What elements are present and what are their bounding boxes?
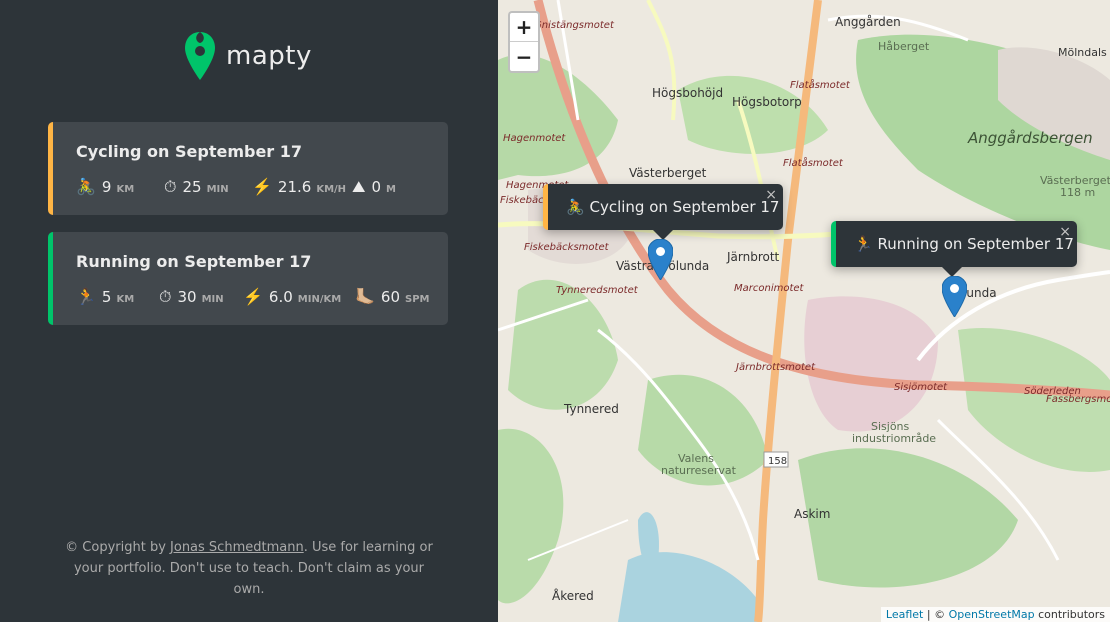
popup-content: 🚴 Cycling on September 17 xyxy=(548,198,779,216)
lightning-icon: ⚡️ xyxy=(252,177,272,196)
map-label: Västerberget xyxy=(629,166,707,180)
popup-content: 🏃 Running on September 17 xyxy=(836,235,1074,253)
map-label: Högsbotorp xyxy=(732,95,802,109)
elevation-detail: ⛰ 0 M xyxy=(352,178,396,196)
duration-value: 25 xyxy=(182,178,202,196)
workout-running[interactable]: Running on September 17 🏃 5 KM ⏱ 30 MIN … xyxy=(48,232,448,325)
duration-unit: MIN xyxy=(206,184,229,195)
speed-value: 21.6 xyxy=(277,178,312,196)
cadence-detail: 🦶🏼 60 SPM xyxy=(355,288,430,306)
duration-detail: ⏱ 30 MIN xyxy=(159,288,243,306)
zoom-out-button[interactable]: − xyxy=(510,42,538,71)
popup-text: Running on September 17 xyxy=(877,235,1074,253)
copyright: © Copyright by Jonas Schmedtmann. Use fo… xyxy=(60,537,438,600)
pace-unit: MIN/KM xyxy=(297,294,342,305)
popup-running[interactable]: 🏃 Running on September 17 × xyxy=(831,221,1077,277)
map[interactable]: Gnistängsmotet Hagenmotet Flatåsmotet Fl… xyxy=(498,0,1110,622)
workout-details: 🚴 9 KM ⏱ 25 MIN ⚡️ 21.6 KM/H ⛰ 0 M xyxy=(76,178,396,196)
attribution-separator: | © xyxy=(923,608,949,621)
map-label: Mölndals k xyxy=(1058,46,1110,59)
popup-text: Cycling on September 17 xyxy=(589,198,780,216)
app-name: mapty xyxy=(226,41,312,71)
workout-title: Cycling on September 17 xyxy=(76,142,303,161)
map-label: Tynnered xyxy=(563,402,619,416)
road-number-label: 158 xyxy=(768,456,787,467)
distance-detail: 🚴 9 KM xyxy=(76,178,164,196)
map-marker-icon[interactable] xyxy=(648,239,673,280)
distance-unit: KM xyxy=(116,184,135,195)
map-label: Åkered xyxy=(552,588,594,603)
distance-unit: KM xyxy=(116,294,135,305)
distance-value: 9 xyxy=(101,178,112,196)
runner-icon: 🏃 xyxy=(76,287,96,306)
speed-unit: KM/H xyxy=(316,184,347,195)
stopwatch-icon: ⏱ xyxy=(159,287,172,306)
author-link[interactable]: Jonas Schmedtmann xyxy=(170,540,304,555)
map-label: Fiskebäcksmotet xyxy=(524,242,610,253)
cadence-value: 60 xyxy=(380,288,401,306)
pace-detail: ⚡️ 6.0 MIN/KM xyxy=(243,288,355,306)
map-tiles: Gnistängsmotet Hagenmotet Flatåsmotet Fl… xyxy=(498,0,1110,622)
stopwatch-icon: ⏱ xyxy=(164,177,177,196)
runner-icon: 🏃 xyxy=(854,235,873,253)
map-label: Anggårdsbergen xyxy=(967,129,1093,147)
workout-title: Running on September 17 xyxy=(76,252,312,271)
sidebar: mapty Cycling on September 17 🚴 9 KM ⏱ 2… xyxy=(0,0,498,622)
map-label: naturreservat xyxy=(661,464,737,477)
map-label: Askim xyxy=(794,507,830,521)
duration-unit: MIN xyxy=(201,294,224,305)
pace-value: 6.0 xyxy=(268,288,293,306)
map-label: Håberget xyxy=(878,40,930,53)
zoom-in-button[interactable]: + xyxy=(510,13,538,42)
cadence-unit: SPM xyxy=(405,294,430,305)
map-pin-logo-icon xyxy=(185,32,215,80)
map-label: Järnbrottsmotet xyxy=(734,362,816,373)
leaflet-link[interactable]: Leaflet xyxy=(886,608,923,621)
lightning-icon: ⚡️ xyxy=(243,287,263,306)
map-label: 118 m xyxy=(1060,186,1095,199)
foot-icon: 🦶🏼 xyxy=(355,287,375,306)
copyright-prefix: © Copyright by xyxy=(65,540,171,555)
popup-cycling[interactable]: 🚴 Cycling on September 17 × xyxy=(543,184,783,240)
zoom-control: + − xyxy=(508,11,540,73)
map-label: Flatåsmotet xyxy=(790,78,851,91)
map-label: industriområde xyxy=(852,432,936,445)
duration-detail: ⏱ 25 MIN xyxy=(164,178,252,196)
map-label: Gnistängsmotet xyxy=(534,20,615,31)
speed-detail: ⚡️ 21.6 KM/H xyxy=(252,178,352,196)
elevation-unit: M xyxy=(386,184,396,195)
map-label: Marconimotet xyxy=(734,283,805,294)
map-label: Högsbohöjd xyxy=(652,86,723,100)
distance-value: 5 xyxy=(101,288,112,306)
map-label: Fassbergsmotet xyxy=(1046,394,1110,405)
map-label: Tynneredsmotet xyxy=(556,285,639,296)
map-label: Flatåsmotet xyxy=(783,156,844,169)
popup-close-button[interactable]: × xyxy=(765,187,777,203)
duration-value: 30 xyxy=(177,288,197,306)
elevation-value: 0 xyxy=(371,178,381,196)
workout-cycling[interactable]: Cycling on September 17 🚴 9 KM ⏱ 25 MIN … xyxy=(48,122,448,215)
map-attribution: Leaflet | © OpenStreetMap contributors xyxy=(880,607,1110,622)
osm-link[interactable]: OpenStreetMap xyxy=(949,608,1035,621)
mountain-icon: ⛰ xyxy=(352,177,366,196)
logo: mapty xyxy=(184,30,312,82)
map-label: Hagenmotet xyxy=(503,133,566,144)
cyclist-icon: 🚴 xyxy=(566,198,585,216)
popup-close-button[interactable]: × xyxy=(1059,224,1071,240)
map-marker-icon[interactable] xyxy=(942,276,967,317)
workout-details: 🏃 5 KM ⏱ 30 MIN ⚡️ 6.0 MIN/KM 🦶🏼 60 SPM xyxy=(76,288,430,306)
map-label: Järnbrott xyxy=(726,250,780,264)
map-label: Sisjömotet xyxy=(894,382,948,393)
map-label: Anggården xyxy=(835,15,901,29)
attribution-suffix: contributors xyxy=(1034,608,1105,621)
distance-detail: 🏃 5 KM xyxy=(76,288,159,306)
cyclist-icon: 🚴 xyxy=(76,177,96,196)
